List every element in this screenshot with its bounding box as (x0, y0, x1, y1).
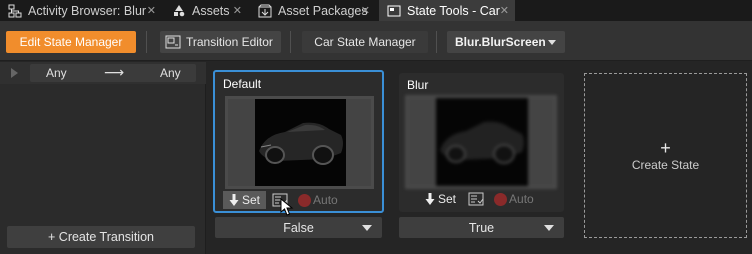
play-icon[interactable] (6, 65, 24, 81)
state-selector-dropdown[interactable]: Blur.BlurScreen (447, 31, 565, 53)
auto-label: Auto (313, 193, 338, 207)
arrow-right-icon: ⟶ (104, 64, 125, 80)
toolbar: Edit State Manager Transition Editor Car… (0, 21, 752, 61)
transition-editor-icon (165, 35, 181, 49)
close-icon[interactable]: ✕ (233, 4, 242, 17)
record-icon (298, 193, 312, 207)
asset-packages-icon (258, 4, 272, 17)
state-controls: Set Auto (419, 190, 559, 208)
create-state-button[interactable]: + Create State (584, 73, 747, 238)
state-title: Blur (407, 78, 429, 92)
state-controls: Set Auto (223, 191, 378, 209)
state-value: True (468, 220, 495, 235)
transitions-panel: Any ⟶ Any + Create Transition (0, 62, 206, 254)
set-label: Set (438, 192, 457, 206)
assets-icon (174, 4, 185, 16)
divider (146, 31, 147, 53)
state-title: Default (223, 77, 262, 91)
close-icon[interactable]: ✕ (147, 4, 156, 17)
chevron-down-icon (362, 225, 372, 231)
close-icon[interactable]: ✕ (500, 4, 509, 17)
record-icon (494, 192, 508, 206)
car-state-manager-button[interactable]: Car State Manager (302, 31, 428, 53)
state-tools-icon (387, 5, 401, 16)
tab-assets[interactable]: Assets ✕ (164, 0, 248, 21)
state-thumbnail (225, 96, 374, 189)
transition-from-label: Any (46, 66, 67, 80)
divider (436, 31, 437, 53)
mouse-cursor-icon (280, 198, 294, 216)
state-value: False (283, 220, 314, 235)
tab-label: Asset Packages (278, 3, 368, 18)
tab-label: State Tools - Car (407, 3, 500, 18)
state-thumbnail (405, 95, 557, 189)
auto-toggle[interactable]: Auto (494, 192, 534, 206)
tab-state-tools[interactable]: State Tools - Car ✕ (379, 0, 515, 21)
state-card-blur[interactable]: Blur Set Auto (399, 73, 564, 212)
transition-any-to-any[interactable]: Any ⟶ Any (30, 64, 196, 82)
tab-bar: Activity Browser: Blur ✕ Assets ✕ Asset … (0, 0, 752, 21)
tab-label: Activity Browser: Blur (28, 3, 147, 18)
checklist-icon[interactable] (468, 192, 484, 206)
set-button[interactable]: Set (223, 191, 267, 209)
car-image (259, 122, 343, 165)
state-value-dropdown-blur[interactable]: True (399, 217, 564, 238)
divider (290, 31, 291, 53)
state-selector-value: Blur.BlurScreen (455, 35, 546, 49)
transition-to-label: Any (160, 66, 181, 80)
auto-label: Auto (509, 192, 534, 206)
auto-toggle[interactable]: Auto (298, 193, 338, 207)
state-value-dropdown-default[interactable]: False (215, 217, 382, 238)
tab-label: Assets (192, 3, 230, 18)
chevron-down-icon (544, 225, 554, 231)
set-button[interactable]: Set (419, 190, 462, 208)
activity-browser-icon (8, 4, 22, 17)
tab-activity-browser[interactable]: Activity Browser: Blur ✕ (0, 0, 162, 21)
arrow-down-icon (425, 193, 435, 205)
car-image (440, 121, 524, 164)
create-transition-button[interactable]: + Create Transition (7, 226, 195, 248)
transition-editor-label: Transition Editor (186, 35, 273, 49)
arrow-down-icon (229, 194, 239, 206)
create-state-label: Create State (631, 157, 700, 172)
set-label: Set (242, 193, 261, 207)
plus-icon: + (660, 137, 671, 158)
close-icon[interactable]: ✕ (361, 4, 370, 17)
state-card-default[interactable]: Default Set Auto (213, 70, 384, 213)
tab-asset-packages[interactable]: Asset Packages ✕ (250, 0, 376, 21)
chevron-down-icon (548, 40, 556, 45)
transition-editor-button[interactable]: Transition Editor (160, 31, 281, 53)
edit-state-manager-button[interactable]: Edit State Manager (6, 31, 136, 53)
transition-row: Any ⟶ Any (0, 62, 206, 84)
